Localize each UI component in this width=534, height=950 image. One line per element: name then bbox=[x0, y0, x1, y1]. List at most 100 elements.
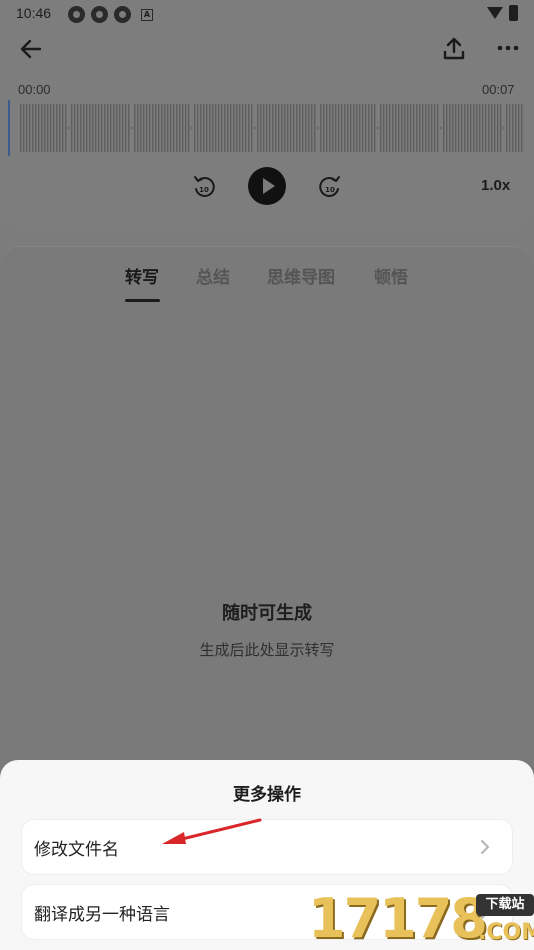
waveform-bar bbox=[281, 104, 283, 152]
waveform-bar bbox=[410, 104, 412, 152]
upload-share-icon[interactable] bbox=[442, 36, 466, 62]
waveform-bar bbox=[155, 104, 157, 152]
waveform-bar bbox=[119, 104, 121, 152]
waveform-bar bbox=[350, 104, 352, 152]
waveform-bar bbox=[371, 104, 373, 152]
rewind-10-icon[interactable]: 10 bbox=[192, 173, 216, 199]
waveform-bar bbox=[224, 104, 226, 152]
waveform-bar bbox=[32, 104, 34, 152]
wifi-icon bbox=[487, 7, 503, 19]
waveform-bar bbox=[275, 104, 277, 152]
waveform-bar bbox=[218, 104, 220, 152]
waveform-bar bbox=[62, 104, 64, 152]
waveform-bar bbox=[299, 104, 301, 152]
waveform-bar bbox=[380, 104, 382, 152]
waveform-bar bbox=[128, 104, 130, 152]
waveform-bar bbox=[98, 104, 100, 152]
waveform-bar bbox=[326, 104, 328, 152]
waveform-bar bbox=[383, 104, 385, 152]
waveform-bar bbox=[500, 104, 502, 152]
waveform-bar bbox=[38, 104, 40, 152]
waveform-bar bbox=[170, 104, 172, 152]
tab-transcript[interactable]: 转写 bbox=[125, 263, 159, 288]
waveform-bar bbox=[50, 104, 52, 152]
waveform-bar bbox=[23, 104, 25, 152]
waveform-bar bbox=[248, 104, 250, 152]
waveform-bar bbox=[395, 104, 397, 152]
waveform-bar bbox=[278, 104, 280, 152]
waveform-bar bbox=[266, 104, 268, 152]
forward-10-icon[interactable]: 10 bbox=[318, 173, 342, 199]
waveform-bar bbox=[263, 104, 265, 152]
waveform-bar bbox=[353, 104, 355, 152]
back-arrow-icon[interactable] bbox=[18, 36, 44, 62]
tab-mind-map[interactable]: 思维导图 bbox=[267, 263, 335, 288]
waveform-bar bbox=[314, 104, 316, 152]
waveform-bar bbox=[20, 104, 22, 152]
waveform-bar bbox=[140, 104, 142, 152]
waveform-bar bbox=[362, 104, 364, 152]
tab-bar: 转写 总结 思维导图 顿悟 bbox=[0, 263, 534, 303]
chevron-right-icon bbox=[481, 840, 489, 854]
system-icons bbox=[487, 5, 518, 21]
waveform-bar bbox=[239, 104, 241, 152]
waveform-bar bbox=[359, 104, 361, 152]
waveform-bar bbox=[449, 104, 451, 152]
waveform-bar bbox=[431, 104, 433, 152]
waveform-bar bbox=[191, 127, 193, 129]
watermark-badge: 下载站 bbox=[476, 894, 534, 916]
waveform-bar bbox=[473, 104, 475, 152]
waveform-bar bbox=[440, 127, 442, 129]
watermark-suffix: .COM bbox=[478, 920, 534, 945]
waveform-bar bbox=[491, 104, 493, 152]
waveform-bar bbox=[320, 104, 322, 152]
waveform-bar bbox=[188, 104, 190, 152]
waveform-bar bbox=[260, 104, 262, 152]
waveform-bar bbox=[404, 104, 406, 152]
waveform-bar bbox=[215, 104, 217, 152]
waveform-bar bbox=[176, 104, 178, 152]
waveform-bar bbox=[53, 104, 55, 152]
waveform-bar bbox=[386, 104, 388, 152]
option-label: 翻译成另一种语言 bbox=[34, 905, 170, 925]
waveform-bar bbox=[44, 104, 46, 152]
red-annotation-arrow bbox=[162, 818, 262, 844]
waveform-bar bbox=[107, 104, 109, 152]
waveform-bar bbox=[236, 104, 238, 152]
empty-state-subtitle: 生成后此处显示转写 bbox=[199, 641, 335, 659]
tab-insight[interactable]: 顿悟 bbox=[374, 263, 408, 288]
waveform-bar bbox=[95, 104, 97, 152]
playhead-cursor[interactable] bbox=[8, 100, 10, 156]
waveform-bar bbox=[470, 104, 472, 152]
waveform-bar bbox=[101, 104, 103, 152]
status-time: 10:46 bbox=[16, 5, 52, 21]
waveform-bar bbox=[158, 104, 160, 152]
audio-waveform[interactable] bbox=[8, 100, 526, 156]
waveform-bar bbox=[74, 104, 76, 152]
waveform-bar bbox=[92, 104, 94, 152]
waveform-bar bbox=[86, 104, 88, 152]
waveform-bar bbox=[80, 104, 82, 152]
waveform-bar bbox=[116, 104, 118, 152]
battery-icon bbox=[509, 5, 518, 21]
waveform-bar bbox=[506, 104, 508, 152]
waveform-bar bbox=[437, 104, 439, 152]
waveform-bar bbox=[29, 104, 31, 152]
site-watermark: 17178 下载站 .COM bbox=[308, 888, 534, 950]
svg-text:10: 10 bbox=[199, 186, 209, 194]
tab-summary[interactable]: 总结 bbox=[196, 263, 230, 288]
waveform-bar bbox=[254, 127, 256, 129]
play-button[interactable] bbox=[248, 167, 286, 205]
waveform-bar bbox=[458, 104, 460, 152]
waveform-bar bbox=[365, 104, 367, 152]
waveform-bar bbox=[113, 104, 115, 152]
waveform-bar bbox=[134, 104, 136, 152]
playback-speed-button[interactable]: 1.0x bbox=[481, 177, 510, 194]
more-options-icon[interactable] bbox=[496, 38, 520, 58]
waveform-bar bbox=[146, 104, 148, 152]
waveform-bar bbox=[83, 104, 85, 152]
waveform-bar bbox=[407, 104, 409, 152]
screen: 10:46 A 00:00 00:07 10 10 1.0x 转写 总结 思维导… bbox=[0, 0, 534, 950]
waveform-bar bbox=[110, 104, 112, 152]
waveform-bar bbox=[209, 104, 211, 152]
